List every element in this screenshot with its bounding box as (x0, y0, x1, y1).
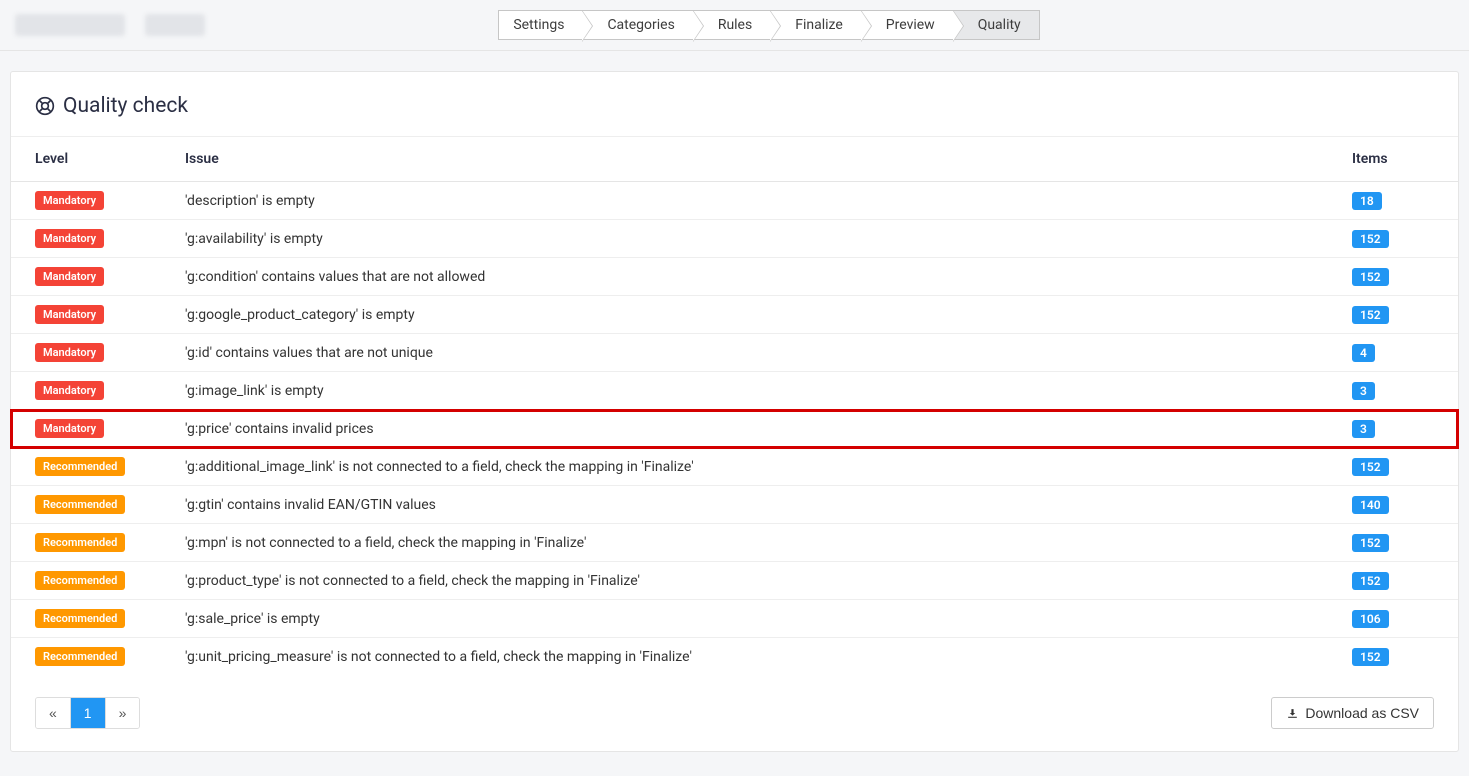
level-badge: Mandatory (35, 343, 104, 362)
wizard-step-categories[interactable]: Categories (582, 10, 693, 40)
level-badge: Mandatory (35, 419, 104, 438)
table-row[interactable]: Recommended 'g:additional_image_link' is … (11, 448, 1458, 486)
issue-text: 'g:unit_pricing_measure' is not connecte… (161, 638, 1328, 676)
download-csv-button[interactable]: Download as CSV (1271, 697, 1434, 729)
issue-text: 'g:gtin' contains invalid EAN/GTIN value… (161, 486, 1328, 524)
issue-text: 'g:id' contains values that are not uniq… (161, 334, 1328, 372)
level-badge: Recommended (35, 647, 125, 666)
wizard-step-rules[interactable]: Rules (693, 10, 771, 40)
level-badge: Mandatory (35, 267, 104, 286)
level-badge: Mandatory (35, 381, 104, 400)
table-row[interactable]: Recommended 'g:gtin' contains invalid EAN… (11, 486, 1458, 524)
lifebuoy-icon (35, 96, 55, 116)
quality-table: Level Issue Items Mandatory 'description'… (11, 137, 1458, 675)
page-next[interactable]: » (106, 698, 140, 728)
items-count-badge: 152 (1352, 306, 1389, 324)
items-count-badge: 106 (1352, 610, 1389, 628)
table-row[interactable]: Mandatory 'g:id' contains values that are… (11, 334, 1458, 372)
issue-text: 'g:image_link' is empty (161, 372, 1328, 410)
wizard-step-finalize[interactable]: Finalize (770, 10, 862, 40)
table-row[interactable]: Mandatory 'g:availability' is empty 152 (11, 220, 1458, 258)
issue-text: 'g:sale_price' is empty (161, 600, 1328, 638)
table-row[interactable]: Recommended 'g:sale_price' is empty 106 (11, 600, 1458, 638)
issue-text: 'g:mpn' is not connected to a field, che… (161, 524, 1328, 562)
items-count-badge: 140 (1352, 496, 1389, 514)
download-csv-label: Download as CSV (1305, 705, 1419, 721)
pagination: «1» (35, 697, 140, 729)
header-left (15, 14, 205, 36)
blurred-region (15, 14, 125, 36)
wizard-steps: SettingsCategoriesRulesFinalizePreviewQu… (499, 10, 1039, 40)
items-count-badge: 152 (1352, 268, 1389, 286)
page-prev[interactable]: « (36, 698, 71, 728)
blurred-region (145, 14, 205, 36)
wizard-step-quality[interactable]: Quality (953, 10, 1040, 40)
table-row[interactable]: Mandatory 'g:price' contains invalid pric… (11, 410, 1458, 448)
issue-text: 'g:condition' contains values that are n… (161, 258, 1328, 296)
level-badge: Recommended (35, 609, 125, 628)
level-badge: Recommended (35, 495, 125, 514)
level-badge: Mandatory (35, 191, 104, 210)
panel-header: Quality check (11, 72, 1458, 137)
items-count-badge: 3 (1352, 420, 1375, 438)
level-badge: Recommended (35, 457, 125, 476)
table-row[interactable]: Recommended 'g:product_type' is not conne… (11, 562, 1458, 600)
download-icon (1286, 707, 1299, 720)
items-count-badge: 152 (1352, 534, 1389, 552)
items-count-badge: 4 (1352, 344, 1375, 362)
table-row[interactable]: Recommended 'g:mpn' is not connected to a… (11, 524, 1458, 562)
issue-text: 'g:price' contains invalid prices (161, 410, 1328, 448)
table-row[interactable]: Recommended 'g:unit_pricing_measure' is n… (11, 638, 1458, 676)
wizard-step-settings[interactable]: Settings (498, 10, 583, 40)
panel-footer: «1» Download as CSV (11, 675, 1458, 751)
table-row[interactable]: Mandatory 'g:image_link' is empty 3 (11, 372, 1458, 410)
issue-text: 'g:google_product_category' is empty (161, 296, 1328, 334)
items-count-badge: 18 (1352, 192, 1382, 210)
page-1[interactable]: 1 (71, 698, 106, 728)
issue-text: 'description' is empty (161, 182, 1328, 220)
items-count-badge: 152 (1352, 230, 1389, 248)
header-items: Items (1328, 137, 1458, 182)
table-row[interactable]: Mandatory 'g:condition' contains values t… (11, 258, 1458, 296)
level-badge: Mandatory (35, 229, 104, 248)
panel-title: Quality check (63, 94, 188, 118)
level-badge: Recommended (35, 533, 125, 552)
top-bar: SettingsCategoriesRulesFinalizePreviewQu… (0, 0, 1469, 51)
items-count-badge: 3 (1352, 382, 1375, 400)
level-badge: Recommended (35, 571, 125, 590)
header-issue: Issue (161, 137, 1328, 182)
wizard-step-preview[interactable]: Preview (861, 10, 954, 40)
issue-text: 'g:additional_image_link' is not connect… (161, 448, 1328, 486)
items-count-badge: 152 (1352, 648, 1389, 666)
table-row[interactable]: Mandatory 'g:google_product_category' is … (11, 296, 1458, 334)
issue-text: 'g:product_type' is not connected to a f… (161, 562, 1328, 600)
quality-panel: Quality check Level Issue Items Mandator… (10, 71, 1459, 752)
items-count-badge: 152 (1352, 572, 1389, 590)
level-badge: Mandatory (35, 305, 104, 324)
table-row[interactable]: Mandatory 'description' is empty 18 (11, 182, 1458, 220)
items-count-badge: 152 (1352, 458, 1389, 476)
issue-text: 'g:availability' is empty (161, 220, 1328, 258)
header-level: Level (11, 137, 161, 182)
